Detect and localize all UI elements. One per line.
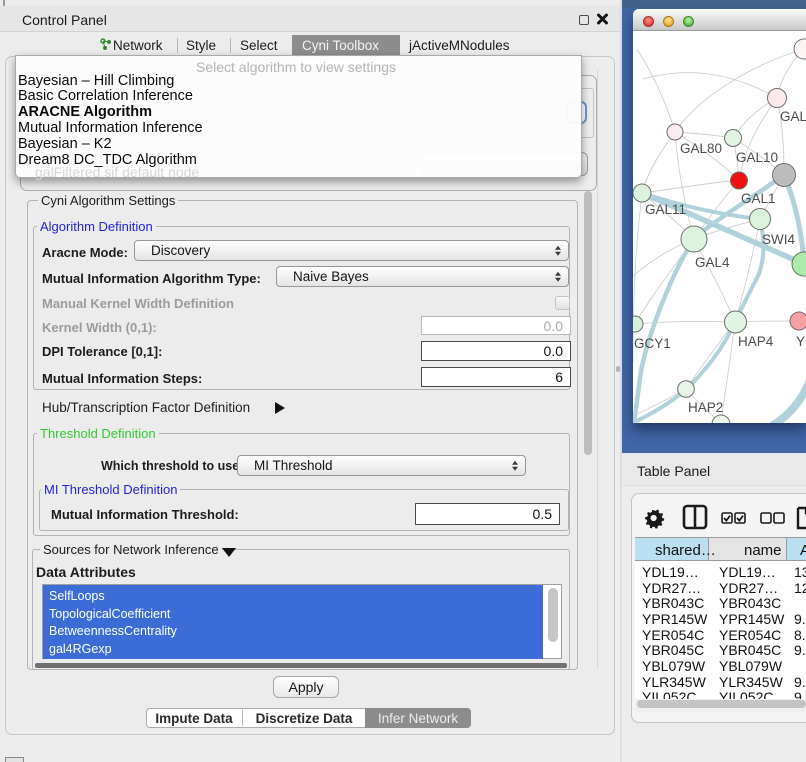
svg-text:Y: Y	[796, 334, 805, 349]
svg-text:HAP4: HAP4	[738, 334, 774, 349]
svg-text:GAL10: GAL10	[736, 150, 778, 165]
svg-text:GAL4: GAL4	[695, 255, 730, 270]
svg-text:GCY1: GCY1	[634, 336, 671, 351]
svg-text:SWI4: SWI4	[762, 232, 795, 247]
svg-text:GAL1: GAL1	[741, 191, 776, 206]
svg-text:GAL8: GAL8	[780, 109, 806, 124]
svg-text:GAL80: GAL80	[680, 141, 722, 156]
svg-text:HAP2: HAP2	[688, 400, 723, 415]
svg-text:GAL11: GAL11	[645, 202, 686, 217]
